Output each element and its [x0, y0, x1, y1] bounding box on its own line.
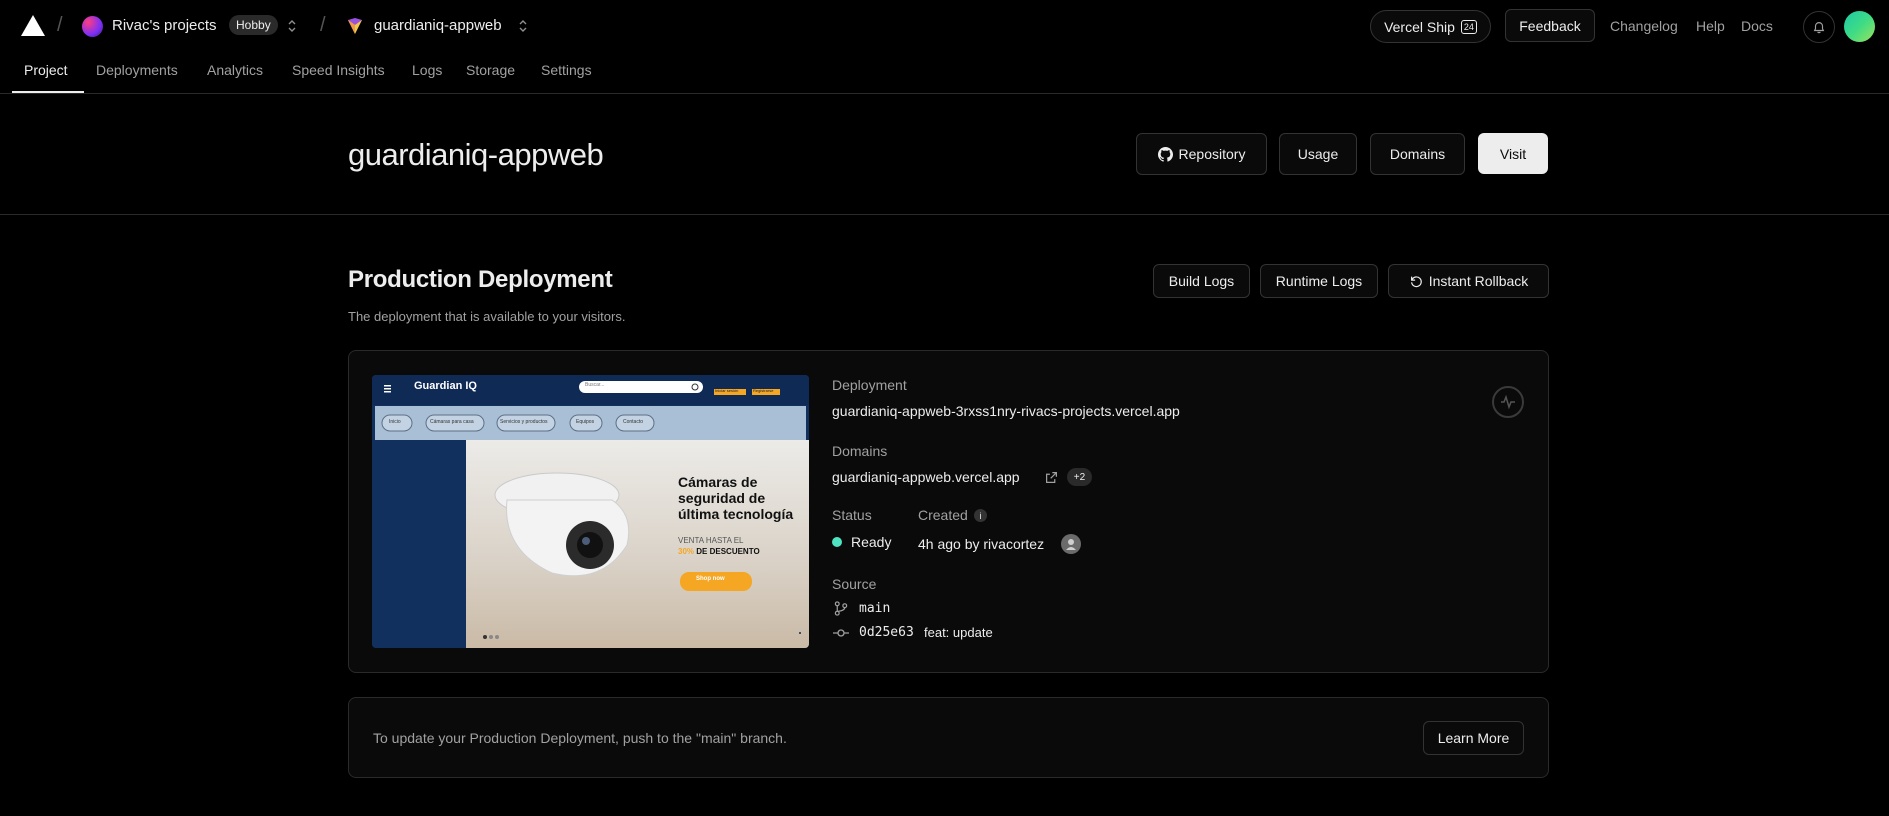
domains-label: Domains — [832, 443, 888, 459]
project-name[interactable]: guardianiq-appweb — [374, 17, 502, 34]
domains-label: Domains — [1389, 146, 1446, 162]
notifications-button[interactable] — [1803, 11, 1835, 43]
vercel-ship-label: Vercel Ship — [1384, 18, 1455, 35]
rollback-icon — [1410, 276, 1422, 288]
feedback-label: Feedback — [1519, 17, 1581, 34]
project-icon[interactable] — [345, 16, 365, 36]
chevron-updown-icon[interactable] — [287, 19, 297, 34]
vercel-ship-button[interactable]: Vercel Ship 24 — [1370, 10, 1491, 43]
deployment-url[interactable]: guardianiq-appweb-3rxss1nry-rivacs-proje… — [832, 403, 1180, 419]
chevron-updown-icon[interactable] — [518, 19, 528, 34]
activity-icon[interactable] — [1492, 386, 1524, 418]
vercel-ship-badge: 24 — [1460, 19, 1477, 34]
status-value: Ready — [851, 534, 892, 550]
notice-text: To update your Production Deployment, pu… — [373, 730, 787, 746]
feedback-button[interactable]: Feedback — [1505, 9, 1595, 42]
tab-storage[interactable]: Storage — [466, 62, 515, 78]
section-subtitle: The deployment that is available to your… — [348, 309, 626, 324]
preview-shop-now-button: Shop now — [696, 576, 725, 582]
branch-name[interactable]: main — [859, 601, 890, 616]
preview-nav-pill: Contacto — [623, 419, 644, 425]
learn-more-button[interactable]: Learn More — [1423, 721, 1524, 755]
git-commit-icon — [833, 629, 849, 637]
source-label: Source — [832, 576, 877, 592]
tab-project[interactable]: Project — [24, 62, 68, 78]
preview-nav-pill: Cámaras para casa — [430, 419, 474, 425]
tab-speed-insights[interactable]: Speed Insights — [292, 62, 385, 78]
tab-analytics[interactable]: Analytics — [207, 62, 263, 78]
domain-link[interactable]: guardianiq-appweb.vercel.app — [832, 469, 1020, 485]
commit-message: feat: update — [924, 625, 993, 640]
preview-headline-line: última tecnología — [678, 506, 794, 522]
team-avatar[interactable] — [82, 16, 103, 37]
preview-sale: VENTA HASTA EL 30% DE DESCUENTO — [678, 535, 760, 557]
active-tab-indicator — [12, 91, 84, 93]
runtime-logs-button[interactable]: Runtime Logs — [1260, 264, 1378, 298]
preview-nav-pill: Inicio — [389, 419, 401, 425]
learn-more-label: Learn More — [1437, 730, 1510, 746]
preview-headline: Cámaras de seguridad de última tecnologí… — [678, 474, 793, 522]
preview-sale-suffix: DE DESCUENTO — [696, 547, 760, 556]
project-header — [0, 94, 1889, 215]
tab-settings[interactable]: Settings — [541, 62, 592, 78]
breadcrumb-separator: / — [57, 14, 63, 36]
preview-headline-line: seguridad de — [678, 490, 766, 506]
breadcrumb-separator: / — [320, 14, 326, 36]
project-tabs: Project Deployments Analytics Speed Insi… — [0, 52, 1889, 94]
section-title: Production Deployment — [348, 266, 613, 293]
git-branch-icon — [834, 601, 848, 616]
status-ready-dot — [832, 537, 842, 547]
preview-nav-pill: Equipos — [576, 419, 595, 425]
status-label: Status — [832, 507, 872, 523]
external-link-icon[interactable] — [1045, 471, 1058, 484]
preview-login-button: Iniciar sesión — [715, 388, 739, 393]
github-icon — [1157, 146, 1173, 162]
vercel-logo-icon[interactable] — [21, 15, 45, 36]
preview-brand: Guardian IQ — [414, 380, 477, 392]
page-title: guardianiq-appweb — [348, 137, 604, 172]
visit-label: Visit — [1499, 145, 1527, 162]
repository-button[interactable]: Repository — [1136, 133, 1267, 175]
visit-button[interactable]: Visit — [1478, 133, 1548, 174]
preview-search: Buscar... — [585, 382, 605, 388]
preview-headline-line: Cámaras de — [678, 474, 758, 490]
preview-register-button: Registrarse — [753, 388, 774, 393]
build-logs-label: Build Logs — [1168, 273, 1235, 289]
changelog-link[interactable]: Changelog — [1610, 18, 1678, 34]
created-label: Created — [918, 507, 968, 523]
plan-badge: Hobby — [229, 15, 278, 35]
creator-avatar[interactable] — [1061, 534, 1081, 554]
instant-rollback-label: Instant Rollback — [1428, 273, 1529, 289]
team-name[interactable]: Rivac's projects — [112, 17, 217, 34]
tab-logs[interactable]: Logs — [412, 62, 442, 78]
repository-label: Repository — [1178, 146, 1246, 162]
preview-sale-line: 30% DE DESCUENTO — [678, 546, 760, 557]
docs-link[interactable]: Docs — [1741, 18, 1773, 34]
build-logs-button[interactable]: Build Logs — [1153, 264, 1250, 298]
preview-sale-percent: 30% — [678, 547, 695, 556]
created-value: 4h ago by rivacortez — [918, 536, 1045, 552]
top-bar: / Rivac's projects Hobby / guardianiq-ap… — [0, 0, 1889, 52]
info-glyph: i — [979, 510, 982, 521]
domains-button[interactable]: Domains — [1370, 133, 1465, 175]
instant-rollback-button[interactable]: Instant Rollback — [1388, 264, 1549, 298]
preview-sale-line: VENTA HASTA EL — [678, 536, 744, 545]
help-link[interactable]: Help — [1696, 18, 1725, 34]
runtime-logs-label: Runtime Logs — [1275, 273, 1363, 289]
usage-label: Usage — [1297, 146, 1339, 162]
tab-deployments[interactable]: Deployments — [96, 62, 178, 78]
info-icon[interactable]: i — [974, 509, 987, 522]
deployment-label: Deployment — [832, 377, 907, 393]
more-domains-badge[interactable]: +2 — [1067, 468, 1092, 486]
preview-nav-pill: Servicios y productos — [500, 419, 548, 425]
bell-icon — [1813, 22, 1825, 34]
commit-hash[interactable]: 0d25e63 — [859, 625, 914, 640]
deployment-preview[interactable]: Guardian IQ Buscar... Iniciar sesión Reg… — [372, 375, 809, 648]
usage-button[interactable]: Usage — [1279, 133, 1357, 175]
user-avatar[interactable] — [1844, 11, 1875, 42]
